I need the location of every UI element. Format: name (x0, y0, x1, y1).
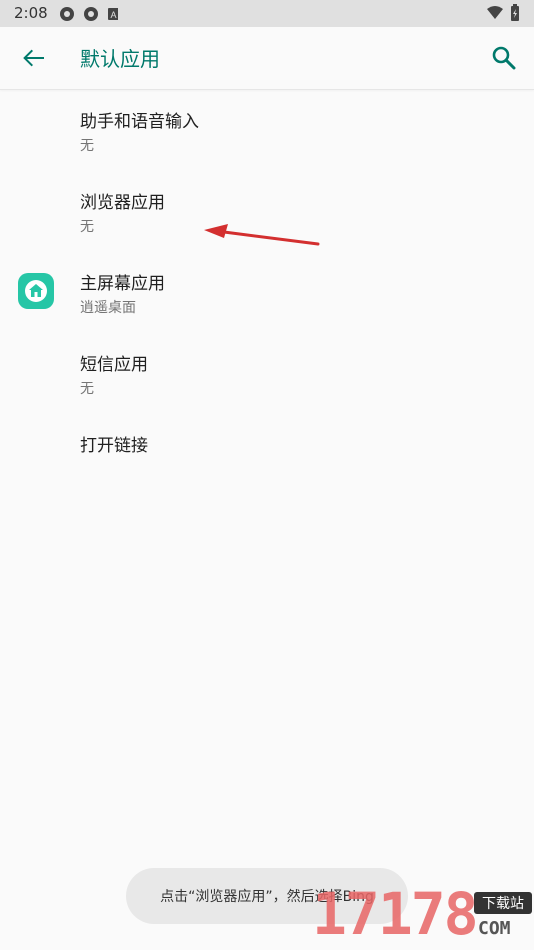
page-title: 默认应用 (80, 47, 160, 71)
search-icon (492, 46, 516, 70)
status-bar: 2:08 A (0, 0, 534, 27)
item-title: 主屏幕应用 (80, 274, 165, 294)
default-apps-list: 助手和语音输入 无 浏览器应用 无 主屏幕应用 逍遥桌面 短信应用 无 打开链接 (0, 90, 534, 495)
list-item-home[interactable]: 主屏幕应用 逍遥桌面 (0, 252, 534, 333)
item-subtitle: 无 (80, 138, 94, 154)
battery-icon (511, 4, 519, 21)
item-subtitle: 无 (80, 381, 94, 397)
watermark-logo: 17178 下载站 COM (312, 880, 534, 950)
list-item-sms[interactable]: 短信应用 无 (0, 333, 534, 414)
annotation-arrow-icon (204, 224, 320, 246)
watermark-badge: 下载站 (474, 892, 532, 914)
watermark-domain: COM (478, 918, 511, 939)
arrow-back-icon (23, 49, 44, 67)
android-app-icon: A (108, 8, 119, 20)
watermark-digits: 17178 (312, 880, 479, 948)
sync-icon (60, 7, 74, 21)
item-subtitle: 无 (80, 219, 94, 235)
notification-icons: A (58, 5, 119, 27)
status-time: 2:08 (14, 4, 48, 22)
svg-text:A: A (110, 10, 116, 20)
item-title: 浏览器应用 (80, 193, 165, 213)
list-item-open-links[interactable]: 打开链接 (0, 414, 534, 495)
home-icon (18, 273, 54, 309)
system-icons (486, 4, 522, 26)
item-title: 助手和语音输入 (80, 112, 199, 132)
sync-icon (84, 7, 98, 21)
list-item-assistant[interactable]: 助手和语音输入 无 (0, 90, 534, 171)
item-subtitle: 逍遥桌面 (80, 300, 136, 316)
back-button[interactable] (18, 42, 50, 74)
search-button[interactable] (488, 42, 520, 74)
app-bar: 默认应用 (0, 27, 534, 90)
item-title: 短信应用 (80, 355, 148, 375)
item-title: 打开链接 (80, 436, 148, 456)
wifi-icon (487, 6, 503, 19)
